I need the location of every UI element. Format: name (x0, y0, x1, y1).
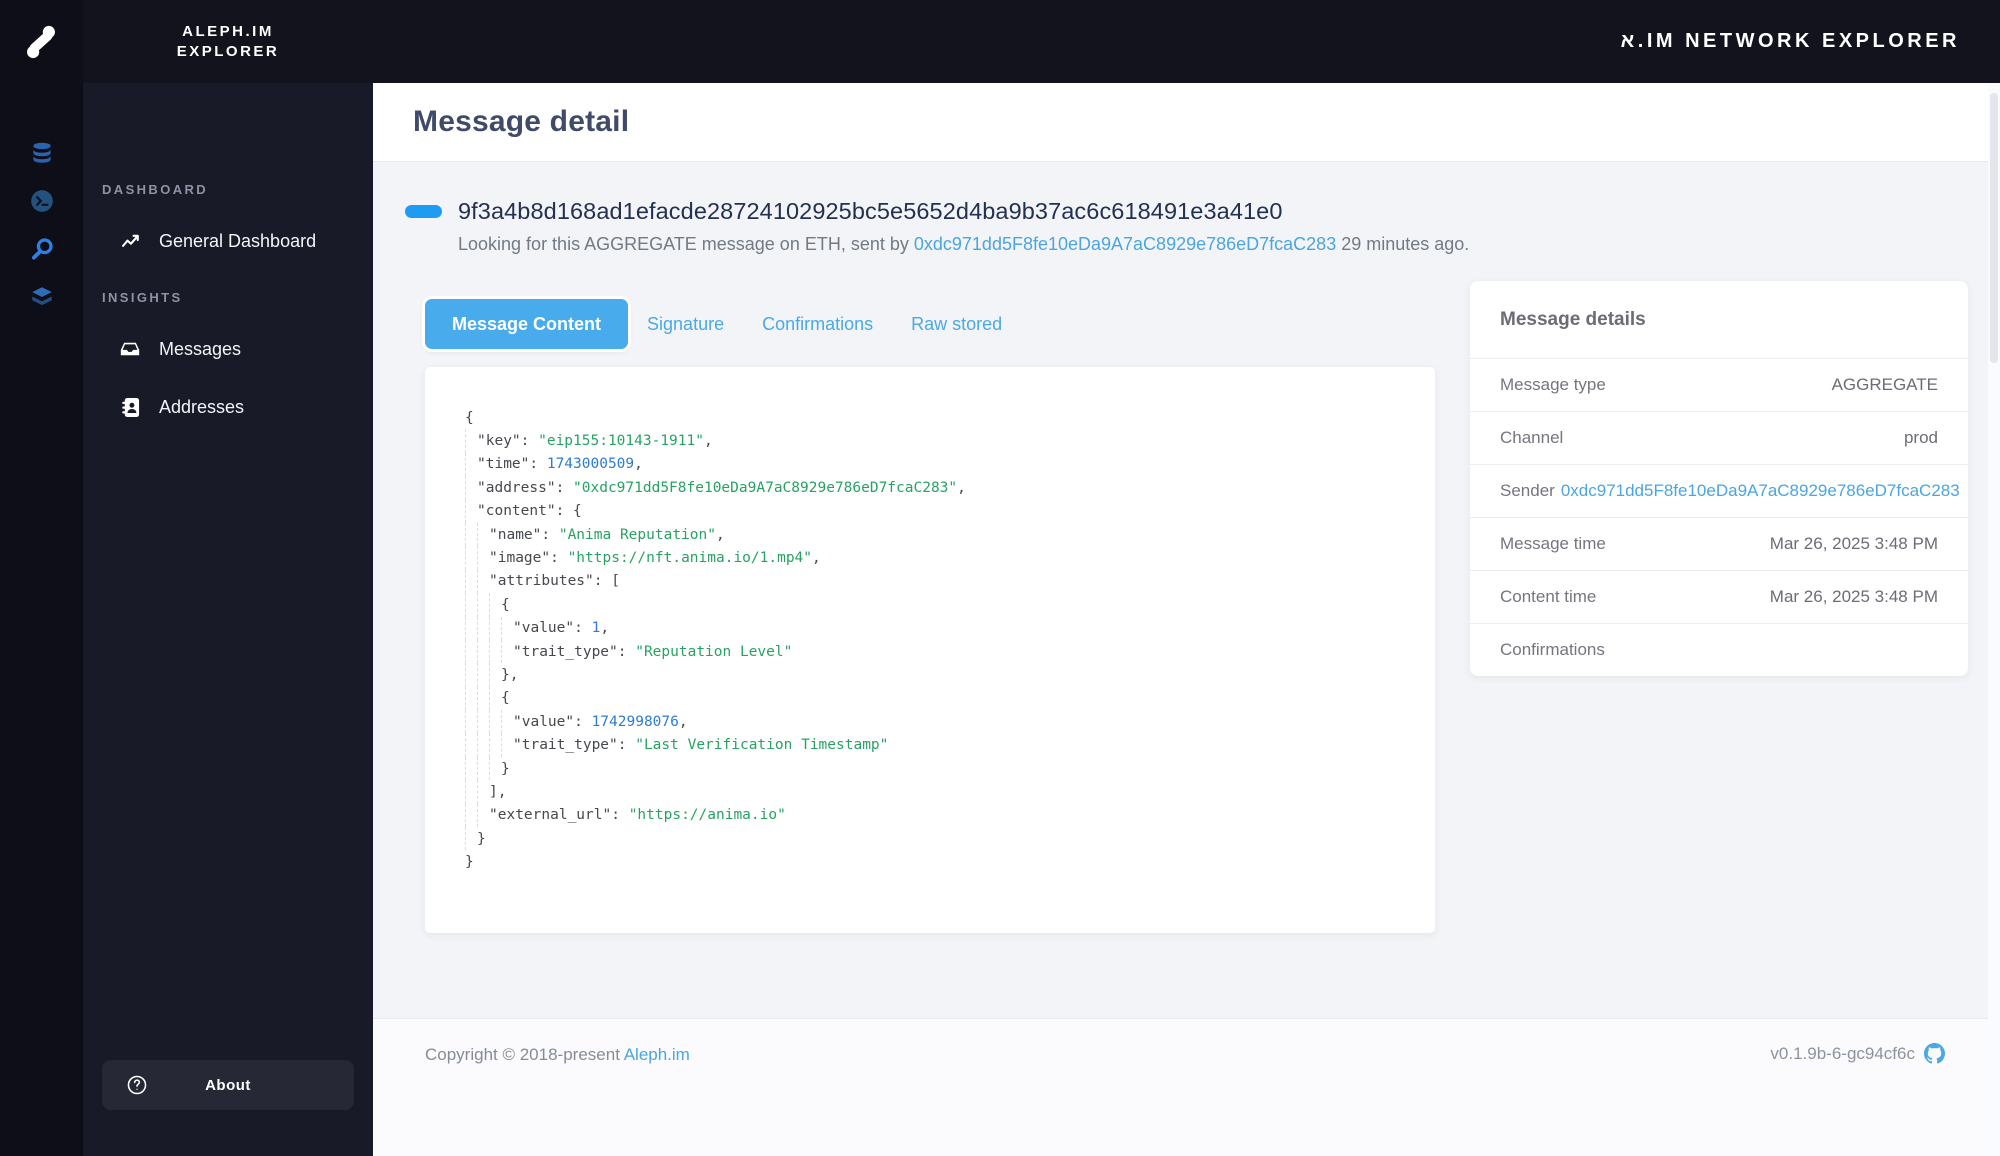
sidebar-item-general-dashboard[interactable]: General Dashboard (83, 223, 373, 259)
brand-line2: EXPLORER (176, 42, 280, 60)
chart-line-icon (119, 231, 141, 252)
scrollbar-thumb[interactable] (1990, 93, 1998, 363)
code-line: "trait_type": "Reputation Level" (465, 639, 1395, 664)
code-line: "trait_type": "Last Verification Timesta… (465, 733, 1395, 757)
topbar: ALEPH.IM EXPLORER א.IM NETWORK EXPLORER (0, 0, 2000, 83)
database-icon[interactable] (29, 140, 55, 166)
tab-message-content[interactable]: Message Content (425, 299, 629, 349)
details-title: Message details (1500, 308, 1646, 330)
inbox-icon (119, 339, 141, 359)
detail-row-message-time: Message time Mar 26, 2025 3:48 PM (1470, 517, 1968, 570)
detail-row-channel: Channel prod (1470, 411, 1968, 464)
sidebar-section-insights: INSIGHTS (102, 290, 183, 305)
tab-raw-stored[interactable]: Raw stored (892, 299, 1021, 349)
icon-rail (0, 0, 83, 1156)
version-label: v0.1.9b-6-gc94cf6c (1770, 1043, 1915, 1063)
detail-row-confirmations: Confirmations (1470, 623, 1968, 676)
message-hash-row: 9f3a4b8d168ad1efacde28724102925bc5e5652d… (405, 198, 2000, 225)
github-icon[interactable] (1924, 1043, 1945, 1064)
code-line: { (465, 593, 1395, 617)
message-type-pill-icon (405, 205, 442, 218)
sidebar-item-label: General Dashboard (159, 230, 317, 251)
code-line: "value": 1742998076, (465, 710, 1395, 734)
tab-signature[interactable]: Signature (628, 299, 743, 349)
code-line: "content": { (465, 499, 1395, 523)
code-line: } (465, 827, 1395, 851)
page-header: Message detail (373, 83, 2000, 162)
code-line: "time": 1743000509, (465, 452, 1395, 477)
footer: Copyright © 2018-present Aleph.im v0.1.9… (373, 1018, 2000, 1156)
message-content-card: { "key": "eip155:10143-1911", "time": 1743… (425, 367, 1435, 933)
message-details-card: Message details Message type AGGREGATE C… (1470, 281, 1968, 676)
code-line: { (465, 686, 1395, 711)
network-explorer-title: א.IM NETWORK EXPLORER (1620, 30, 1960, 52)
sidebar-item-label: Addresses (159, 396, 245, 417)
sender-address-link[interactable]: 0xdc971dd5F8fe10eDa9A7aC8929e786eD7fcaC2… (914, 234, 1336, 254)
code-line: "external_url": "https://anima.io" (465, 803, 1395, 828)
scrollbar-track[interactable] (1988, 83, 2000, 1156)
tabs: Message Content Signature Confirmations Raw… (425, 299, 1435, 349)
layers-icon[interactable] (29, 284, 55, 310)
sidebar-item-label: Messages (159, 338, 242, 359)
code-line: "name": "Anima Reputation", (465, 522, 1395, 547)
about-button[interactable]: About (102, 1060, 354, 1110)
detail-row-message-type: Message type AGGREGATE (1470, 358, 1968, 411)
copyright: Copyright © 2018-present Aleph.im (425, 1045, 690, 1064)
sender-address-link[interactable]: 0xdc971dd5F8fe10eDa9A7aC8929e786eD7fcaC2… (1561, 481, 1960, 501)
address-book-icon (119, 397, 141, 418)
detail-row-content-time: Content time Mar 26, 2025 3:48 PM (1470, 570, 1968, 623)
brand: ALEPH.IM EXPLORER (83, 0, 373, 83)
code-line: "value": 1, (465, 616, 1395, 640)
code-line: } (465, 756, 1395, 781)
about-label: About (205, 1076, 251, 1094)
sidebar-item-messages[interactable]: Messages (83, 331, 373, 367)
search-icon[interactable] (29, 236, 55, 262)
code-line: "attributes": [ (465, 569, 1395, 594)
content-area: 9f3a4b8d168ad1efacde28724102925bc5e5652d… (373, 162, 2000, 1018)
code-line: "address": "0xdc971dd5F8fe10eDa9A7aC8929… (465, 476, 1395, 500)
brand-line1: ALEPH.IM (182, 22, 274, 40)
code-line: } (465, 854, 474, 871)
subtitle-suffix: 29 minutes ago. (1336, 234, 1470, 254)
json-code: { "key": "eip155:10143-1911", "time": 1743… (465, 406, 1395, 874)
tab-confirmations[interactable]: Confirmations (743, 299, 892, 349)
code-line: { (465, 409, 474, 426)
sidebar: DASHBOARD General Dashboard INSIGHTS Mes… (83, 83, 373, 1156)
code-line: }, (465, 663, 1395, 687)
message-subtitle: Looking for this AGGREGATE message on ET… (458, 234, 2000, 255)
sidebar-item-addresses[interactable]: Addresses (83, 389, 373, 425)
page-title: Message detail (413, 105, 630, 138)
terminal-icon[interactable] (29, 188, 55, 214)
detail-row-sender: Sender 0xdc971dd5F8fe10eDa9A7aC8929e786e… (1470, 464, 1968, 517)
aleph-logo (20, 21, 62, 63)
code-line: "key": "eip155:10143-1911", (465, 429, 1395, 453)
code-line: ], (465, 780, 1395, 804)
question-circle-icon (126, 1074, 148, 1096)
aleph-im-link[interactable]: Aleph.im (624, 1045, 690, 1064)
code-line: "image": "https://nft.anima.io/1.mp4", (465, 546, 1395, 570)
subtitle-prefix: Looking for this AGGREGATE message on ET… (458, 234, 914, 254)
message-hash: 9f3a4b8d168ad1efacde28724102925bc5e5652d… (458, 198, 1283, 224)
main-area: Message detail 9f3a4b8d168ad1efacde28724… (373, 83, 2000, 1156)
sidebar-section-dashboard: DASHBOARD (102, 182, 209, 197)
